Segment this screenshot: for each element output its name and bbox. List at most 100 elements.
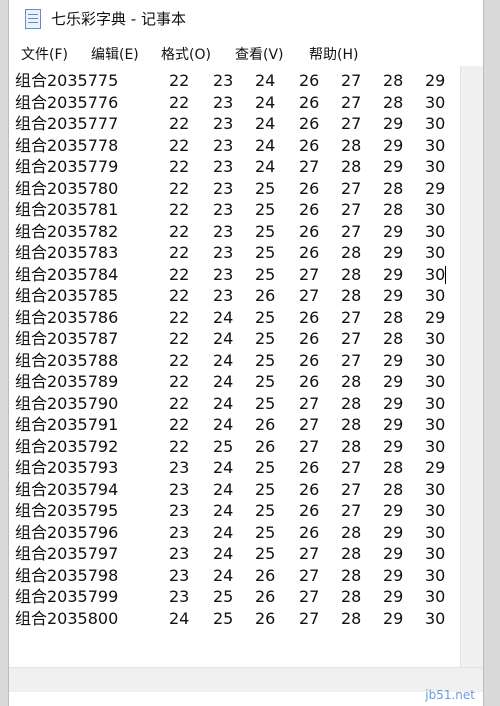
number-cell: 27 — [341, 114, 362, 133]
number-cell: 29 — [383, 544, 404, 563]
combo-label: 组合2035781 — [15, 200, 119, 219]
number-cell: 28 — [341, 608, 362, 628]
number-cell: 24 — [213, 350, 234, 370]
number-cell: 27 — [299, 587, 320, 606]
number-cell: 25 — [255, 329, 276, 348]
number-cell: 25 — [255, 458, 276, 477]
number-cell: 26 — [299, 501, 320, 520]
number-cell: 29 — [425, 307, 446, 327]
text-editor[interactable]: 组合2035775 22 23 24 26 27 28 29 组合2035776 22 23 24 26… — [9, 66, 461, 668]
number-cell: 26 — [299, 135, 320, 155]
number-cell: 28 — [341, 243, 362, 262]
watermark: jb51.net — [425, 688, 475, 702]
menu-help[interactable]: 帮助(H) — [309, 44, 358, 64]
number-cell: 27 — [341, 221, 362, 241]
number-cell: 26 — [299, 350, 320, 370]
notepad-window: 七乐彩字典 - 记事本 文件(F) 编辑(E) 格式(O) 查看(V) 帮助(H… — [8, 0, 484, 706]
number-cell: 30 — [425, 393, 446, 413]
number-cell: 25 — [255, 243, 276, 262]
combo-label: 组合2035784 — [15, 264, 119, 284]
number-cell: 27 — [341, 479, 362, 499]
combo-label: 组合2035798 — [15, 565, 119, 585]
number-cell: 26 — [299, 522, 320, 542]
number-cell: 25 — [213, 608, 234, 628]
combo-label: 组合2035779 — [15, 157, 119, 176]
number-cell: 29 — [425, 178, 446, 198]
number-cell: 25 — [255, 393, 276, 413]
number-cell: 28 — [383, 479, 404, 499]
number-cell: 28 — [341, 415, 362, 434]
combo-label: 组合2035791 — [15, 415, 119, 434]
number-cell: 25 — [255, 522, 276, 542]
combo-label: 组合2035793 — [15, 458, 119, 477]
menu-view[interactable]: 查看(V) — [235, 44, 284, 64]
combo-label: 组合2035789 — [15, 372, 119, 391]
title-bar[interactable]: 七乐彩字典 - 记事本 — [9, 0, 483, 38]
number-cell: 28 — [341, 565, 362, 585]
number-cell: 25 — [255, 307, 276, 327]
number-cell: 30 — [425, 565, 446, 585]
number-cell: 28 — [341, 286, 362, 305]
number-cell: 29 — [383, 135, 404, 155]
menu-file[interactable]: 文件(F) — [21, 44, 68, 64]
number-cell: 28 — [383, 71, 404, 90]
number-cell: 24 — [213, 544, 234, 563]
number-cell: 28 — [383, 458, 404, 477]
number-cell: 28 — [383, 200, 404, 219]
number-cell: 28 — [341, 436, 362, 456]
horizontal-scrollbar[interactable] — [9, 667, 483, 692]
number-cell: 28 — [341, 264, 362, 284]
combo-label: 组合2035796 — [15, 522, 119, 542]
number-cell: 25 — [255, 221, 276, 241]
menu-format[interactable]: 格式(O) — [161, 44, 211, 64]
number-cell: 25 — [255, 178, 276, 198]
number-cell: 28 — [341, 522, 362, 542]
number-cell: 25 — [255, 479, 276, 499]
text-caret — [445, 265, 446, 284]
number-cell: 24 — [213, 522, 234, 542]
number-cell: 23 — [213, 92, 234, 112]
number-cell: 30 — [425, 329, 446, 348]
number-cell: 26 — [255, 415, 276, 434]
number-cell: 23 — [213, 286, 234, 305]
number-cell: 29 — [383, 264, 404, 284]
combo-label: 组合2035792 — [15, 436, 119, 456]
combo-label: 组合2035799 — [15, 587, 119, 606]
number-cell: 24 — [213, 307, 234, 327]
number-cell: 29 — [383, 157, 404, 176]
number-cell: 22 — [169, 436, 190, 456]
number-cell: 30 — [425, 479, 446, 499]
combo-label: 组合2035787 — [15, 329, 119, 348]
number-cell: 30 — [425, 350, 446, 370]
number-cell: 29 — [383, 565, 404, 585]
number-cell: 26 — [255, 286, 276, 305]
number-cell: 28 — [341, 393, 362, 413]
vertical-scrollbar[interactable] — [460, 66, 483, 668]
number-cell: 30 — [425, 436, 446, 456]
number-cell: 29 — [425, 71, 446, 90]
combo-label: 组合2035795 — [15, 501, 119, 520]
number-cell: 30 — [425, 501, 446, 520]
combo-label: 组合2035776 — [15, 92, 119, 112]
number-cell: 25 — [213, 587, 234, 606]
number-cell: 28 — [341, 157, 362, 176]
number-cell: 22 — [169, 221, 190, 241]
number-cell: 24 — [213, 372, 234, 391]
number-cell: 30 — [425, 415, 446, 434]
number-cell: 22 — [169, 114, 190, 133]
number-cell: 24 — [255, 114, 276, 133]
number-cell: 26 — [299, 200, 320, 219]
number-cell: 30 — [425, 243, 446, 262]
number-cell: 27 — [341, 307, 362, 327]
combo-label: 组合2035800 — [15, 608, 119, 628]
number-cell: 28 — [383, 178, 404, 198]
combo-label: 组合2035786 — [15, 307, 119, 327]
number-cell: 23 — [169, 544, 190, 563]
number-cell: 30 — [425, 264, 446, 284]
menu-edit[interactable]: 编辑(E) — [91, 44, 139, 64]
number-cell: 25 — [255, 264, 276, 284]
number-cell: 24 — [255, 157, 276, 176]
combo-label: 组合2035775 — [15, 71, 119, 90]
number-cell: 29 — [383, 350, 404, 370]
number-cell: 23 — [169, 458, 190, 477]
